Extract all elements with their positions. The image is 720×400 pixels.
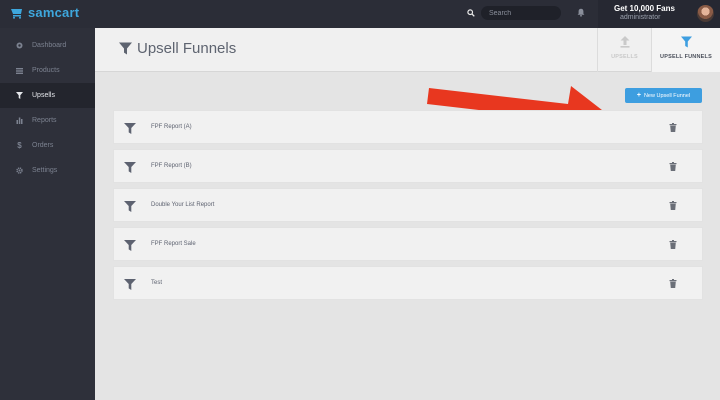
list-item[interactable]: FPF Report (A)	[113, 110, 703, 144]
trash-icon[interactable]	[669, 201, 677, 210]
sidebar-item-label: Orders	[32, 142, 54, 149]
funnel-list: FPF Report (A) FPF Report (B) Double You…	[113, 110, 703, 305]
new-upsell-funnel-button[interactable]: + New Upsell Funnel	[625, 88, 702, 103]
list-item[interactable]: Test	[113, 266, 703, 300]
cart-logo-icon	[11, 8, 22, 19]
bar-chart-icon	[16, 117, 23, 125]
sidebar-item-label: Dashboard	[32, 42, 67, 49]
funnel-name[interactable]: FPF Report Sale	[151, 241, 196, 247]
search-icon[interactable]	[467, 9, 475, 17]
funnel-name[interactable]: FPF Report (A)	[151, 124, 192, 130]
list-item[interactable]: FPF Report (B)	[113, 149, 703, 183]
sidebar-item-upsells[interactable]: Upsells	[0, 83, 95, 108]
trash-icon[interactable]	[669, 162, 677, 171]
tab-upsells[interactable]: UPSELLS	[597, 28, 651, 72]
sidebar-item-label: Reports	[32, 117, 57, 124]
avatar[interactable]	[697, 5, 714, 22]
bell-icon[interactable]	[577, 8, 585, 17]
tab-label: UPSELLS	[611, 54, 638, 60]
funnel-icon	[16, 92, 23, 100]
trash-icon[interactable]	[669, 279, 677, 288]
funnel-icon	[119, 42, 132, 55]
sidebar-item-label: Settings	[32, 167, 58, 174]
list-icon	[16, 67, 23, 75]
logo[interactable]: samcart	[10, 5, 79, 20]
page-header: Upsell Funnels UPSELLS UPSELL FUNNELS	[95, 28, 720, 72]
user-role: administrator	[620, 14, 661, 21]
sidebar-item-orders[interactable]: $ Orders	[0, 133, 95, 158]
plus-icon: +	[636, 92, 641, 99]
dashboard-icon	[16, 42, 23, 50]
funnel-icon	[124, 279, 136, 290]
top-bar: samcart Get 10,000 Fans administrator	[0, 0, 720, 28]
tab-label: UPSELL FUNNELS	[660, 54, 712, 60]
trash-icon[interactable]	[669, 123, 677, 132]
funnel-icon	[124, 240, 136, 251]
funnel-icon	[124, 162, 136, 173]
sidebar-item-settings[interactable]: Settings	[0, 158, 95, 183]
sidebar-item-reports[interactable]: Reports	[0, 108, 95, 133]
page-title: Upsell Funnels	[137, 40, 237, 57]
search-area	[467, 6, 561, 20]
funnel-icon	[124, 201, 136, 212]
upload-arrow-icon	[620, 36, 629, 48]
funnel-icon	[124, 123, 136, 134]
user-name: Get 10,000 Fans	[614, 4, 675, 13]
dollar-icon: $	[17, 141, 22, 150]
list-item[interactable]: Double Your List Report	[113, 188, 703, 222]
sidebar-item-label: Products	[32, 67, 60, 74]
funnel-name[interactable]: FPF Report (B)	[151, 163, 192, 169]
funnel-name[interactable]: Test	[151, 280, 162, 286]
gear-icon	[16, 167, 23, 175]
sidebar: Dashboard Products Upsells Reports $ Ord…	[0, 28, 95, 400]
sidebar-item-products[interactable]: Products	[0, 58, 95, 83]
app-name: samcart	[28, 5, 80, 20]
funnel-name[interactable]: Double Your List Report	[151, 202, 214, 208]
search-input[interactable]	[481, 6, 561, 20]
tab-upsell-funnels[interactable]: UPSELL FUNNELS	[651, 28, 720, 72]
main-content: Upsell Funnels UPSELLS UPSELL FUNNELS + …	[95, 28, 720, 400]
sidebar-item-dashboard[interactable]: Dashboard	[0, 33, 95, 58]
trash-icon[interactable]	[669, 240, 677, 249]
list-item[interactable]: FPF Report Sale	[113, 227, 703, 261]
button-label: New Upsell Funnel	[643, 92, 691, 99]
page-title-group: Upsell Funnels	[119, 40, 236, 57]
funnel-icon	[680, 36, 692, 48]
user-menu[interactable]: Get 10,000 Fans administrator	[598, 0, 720, 28]
sidebar-item-label: Upsells	[32, 92, 55, 99]
